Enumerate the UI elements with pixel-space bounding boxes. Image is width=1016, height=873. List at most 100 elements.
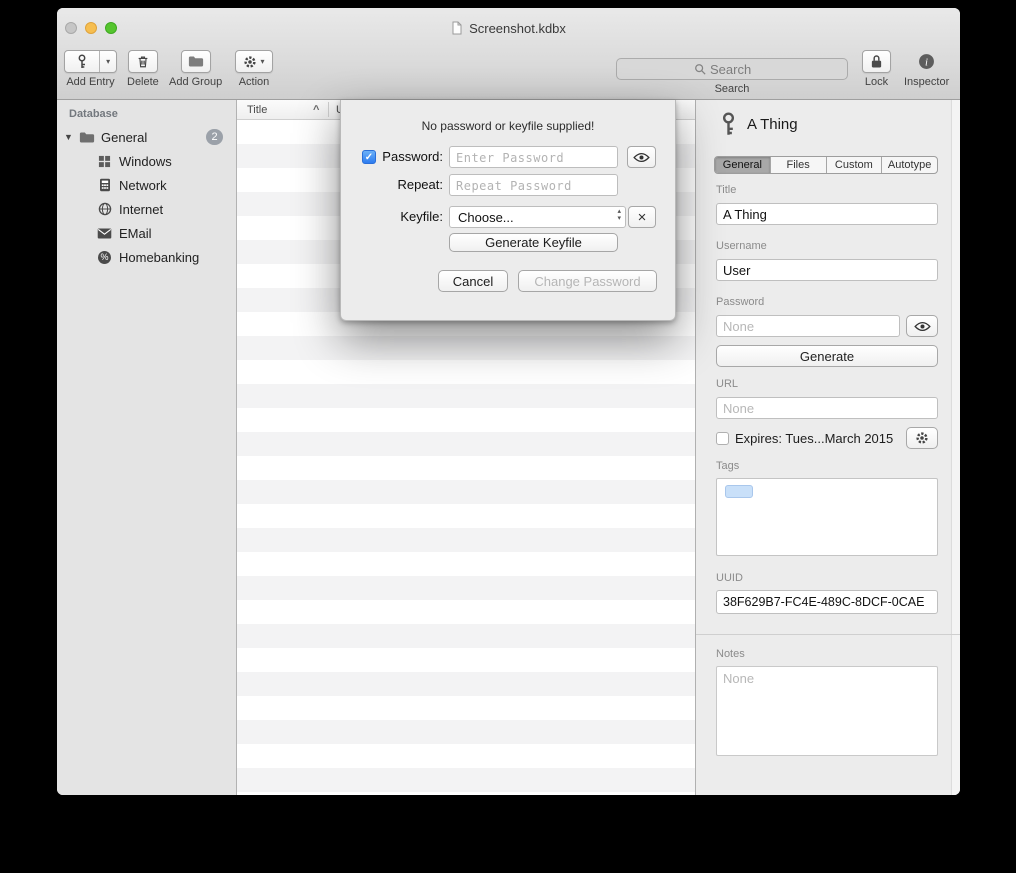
window-chrome: Screenshot.kdbx ▾ Add Entry: [57, 8, 960, 100]
tags-box[interactable]: [716, 478, 938, 556]
search-item: Search: [616, 58, 848, 95]
tags-label: Tags: [716, 460, 739, 472]
lock-label: Lock: [865, 76, 888, 88]
gear-icon: [243, 55, 257, 69]
key-icon: [65, 51, 100, 72]
inspector-item: i Inspector: [904, 50, 949, 88]
disclosure-triangle-icon[interactable]: ▼: [64, 132, 78, 142]
sort-ascending-icon[interactable]: ^: [313, 100, 319, 120]
app-window: Screenshot.kdbx ▾ Add Entry: [57, 8, 960, 795]
change-password-dialog: No password or keyfile supplied! ✓ Passw…: [340, 100, 676, 321]
folder-icon: [188, 55, 204, 68]
username-label: Username: [716, 240, 767, 252]
uuid-field[interactable]: [716, 590, 938, 614]
info-icon: i: [918, 53, 935, 70]
inspector-panel: A Thing General Files Custom Autotype Ti…: [695, 100, 960, 795]
uuid-label: UUID: [716, 572, 743, 584]
add-entry-item: ▾ Add Entry: [64, 50, 117, 88]
tab-autotype[interactable]: Autotype: [882, 157, 937, 173]
column-header-title[interactable]: Title: [247, 100, 267, 120]
chevron-down-icon[interactable]: ▾: [100, 51, 116, 72]
cancel-button[interactable]: Cancel: [438, 270, 508, 292]
tab-general[interactable]: General: [715, 157, 771, 173]
gear-icon: [915, 431, 929, 445]
envelope-icon: [96, 225, 113, 242]
add-group-item: Add Group: [169, 50, 222, 88]
add-entry-button[interactable]: ▾: [64, 50, 117, 73]
repeat-input[interactable]: [449, 174, 618, 196]
sidebar-item-windows[interactable]: Windows: [57, 149, 236, 173]
trash-icon: [136, 54, 150, 69]
action-button[interactable]: ▾: [235, 50, 273, 73]
reveal-password-button[interactable]: [906, 315, 938, 337]
notes-field[interactable]: [716, 666, 938, 756]
username-field[interactable]: [716, 259, 938, 281]
expires-row: Expires: Tues...March 2015: [716, 431, 893, 446]
delete-label: Delete: [127, 76, 159, 88]
url-label: URL: [716, 378, 738, 390]
reveal-password-button[interactable]: [627, 146, 656, 168]
search-input[interactable]: [710, 62, 770, 77]
title-label: Title: [716, 184, 736, 196]
add-group-button[interactable]: [181, 50, 211, 73]
sidebar-item-label: General: [101, 130, 147, 145]
notes-label: Notes: [716, 648, 745, 660]
network-icon: [96, 177, 113, 194]
inspector-scrollbar[interactable]: [951, 100, 960, 795]
chevron-down-icon: ▾: [260, 57, 264, 66]
title-wrap: Screenshot.kdbx: [57, 8, 960, 48]
expires-settings-button[interactable]: [906, 427, 938, 449]
count-badge: 2: [206, 129, 223, 145]
delete-button[interactable]: [128, 50, 158, 73]
password-label: Password:: [341, 146, 443, 168]
stepper-arrows-icon: ▴▾: [617, 208, 621, 222]
generate-keyfile-button[interactable]: Generate Keyfile: [449, 233, 618, 252]
folder-icon: [78, 129, 95, 146]
tab-custom[interactable]: Custom: [827, 157, 883, 173]
lock-icon: [870, 54, 883, 69]
globe-icon: [96, 201, 113, 218]
sidebar: Database ▼ General 2 Windows Networ: [57, 100, 237, 795]
title-field[interactable]: [716, 203, 938, 225]
sidebar-item-network[interactable]: Network: [57, 173, 236, 197]
generate-password-button[interactable]: Generate: [716, 345, 938, 367]
eye-icon: [914, 321, 931, 332]
search-label: Search: [715, 83, 750, 95]
entry-title: A Thing: [747, 116, 798, 133]
add-group-label: Add Group: [169, 76, 222, 88]
tag-chip[interactable]: [725, 485, 753, 498]
key-icon: [720, 112, 737, 136]
titlebar: Screenshot.kdbx: [57, 8, 960, 48]
password-label: Password: [716, 296, 764, 308]
repeat-label: Repeat:: [341, 174, 443, 196]
password-input[interactable]: [449, 146, 618, 168]
dialog-message: No password or keyfile supplied!: [341, 119, 675, 133]
inspector-tabs: General Files Custom Autotype: [714, 156, 938, 174]
sidebar-item-general[interactable]: ▼ General 2: [57, 125, 236, 149]
inspector-button[interactable]: i: [918, 50, 935, 73]
keyfile-popup[interactable]: Choose... ▴▾: [449, 206, 626, 228]
sidebar-item-email[interactable]: EMail: [57, 221, 236, 245]
column-divider[interactable]: [328, 102, 329, 117]
sidebar-item-homebanking[interactable]: % Homebanking: [57, 245, 236, 269]
search-field[interactable]: [616, 58, 848, 80]
action-label: Action: [239, 76, 270, 88]
password-field[interactable]: [716, 315, 900, 337]
sidebar-item-internet[interactable]: Internet: [57, 197, 236, 221]
window-title: Screenshot.kdbx: [469, 21, 566, 36]
entry-header: A Thing: [720, 112, 798, 136]
sidebar-item-label: Homebanking: [119, 250, 199, 265]
toolbar: ▾ Add Entry Delete: [57, 48, 960, 100]
expires-checkbox[interactable]: [716, 432, 729, 445]
change-password-button[interactable]: Change Password: [518, 270, 657, 292]
add-entry-label: Add Entry: [66, 76, 114, 88]
clear-keyfile-button[interactable]: ×: [628, 206, 656, 228]
tab-files[interactable]: Files: [771, 157, 827, 173]
url-field[interactable]: [716, 397, 938, 419]
document-proxy-icon: [451, 21, 463, 35]
sidebar-header: Database: [69, 108, 236, 120]
sidebar-item-label: Windows: [119, 154, 172, 169]
lock-button[interactable]: [862, 50, 891, 73]
action-item: ▾ Action: [235, 50, 273, 88]
sidebar-item-label: Internet: [119, 202, 163, 217]
